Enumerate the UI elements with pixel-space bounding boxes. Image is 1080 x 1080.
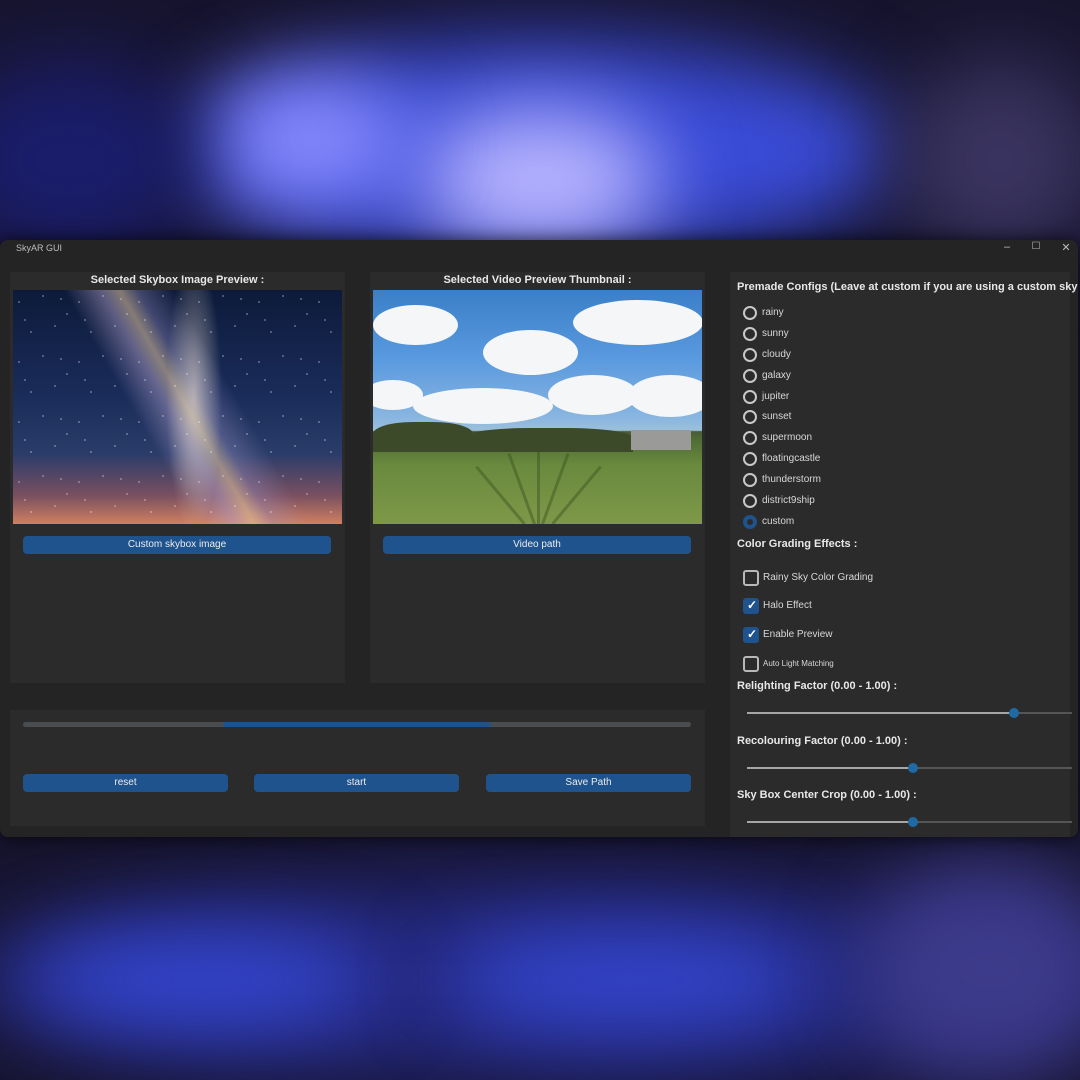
slider-handle[interactable]	[1008, 708, 1019, 718]
radio-circle-icon	[743, 390, 757, 404]
start-button[interactable]: start	[254, 774, 459, 792]
radio-label: district9ship	[762, 495, 815, 506]
title-bar: SkyAR GUI – ☐ ✕	[0, 240, 1078, 256]
recolouring-factor-label: Recolouring Factor (0.00 - 1.00) :	[737, 735, 908, 747]
radio-circle-icon	[743, 369, 757, 383]
recolouring-factor-slider[interactable]	[747, 763, 1072, 773]
skybox-preview-image	[13, 290, 342, 524]
slider-handle[interactable]	[907, 817, 918, 827]
radio-selected-icon	[743, 515, 757, 529]
checkbox-label: Rainy Sky Color Grading	[763, 572, 874, 583]
relighting-factor-slider[interactable]	[747, 708, 1072, 718]
checkbox-label: Halo Effect	[763, 600, 812, 611]
checkbox-label: Auto Light Matching	[763, 659, 834, 668]
skyar-window: SkyAR GUI – ☐ ✕ Selected Skybox Image Pr…	[0, 240, 1078, 837]
video-preview-panel: Selected Video Preview Thumbnail : Video…	[370, 272, 705, 683]
checkbox-checked-icon: ✓	[743, 627, 759, 643]
radio-label: floatingcastle	[762, 453, 821, 464]
checkbox-label: Enable Preview	[763, 629, 833, 640]
progress-fill	[223, 722, 491, 727]
close-icon[interactable]: ✕	[1059, 241, 1073, 254]
slider-handle[interactable]	[907, 763, 918, 773]
radio-circle-icon	[743, 452, 757, 466]
radio-circle-icon	[743, 494, 757, 508]
radio-label: supermoon	[762, 432, 813, 443]
minimize-icon[interactable]: –	[1000, 241, 1014, 253]
radio-label: cloudy	[762, 349, 791, 360]
progress-bar	[23, 722, 691, 727]
checkbox-empty-icon	[743, 570, 759, 586]
color-grading-title: Color Grading Effects :	[737, 538, 858, 550]
radio-circle-icon	[743, 327, 757, 341]
skybox-preview-panel: Selected Skybox Image Preview : Custom s…	[10, 272, 345, 683]
radio-circle-icon	[743, 431, 757, 445]
relighting-factor-label: Relighting Factor (0.00 - 1.00) :	[737, 680, 898, 692]
radio-label: sunny	[762, 328, 789, 339]
save-path-button[interactable]: Save Path	[486, 774, 691, 792]
window-title: SkyAR GUI	[16, 243, 63, 253]
custom-skybox-button[interactable]: Custom skybox image	[23, 536, 331, 554]
video-preview-thumbnail	[373, 290, 702, 524]
radio-label: sunset	[762, 411, 792, 422]
radio-label: jupiter	[762, 391, 790, 402]
radio-label: thunderstorm	[762, 474, 821, 485]
radio-circle-icon	[743, 306, 757, 320]
checkbox-checked-icon: ✓	[743, 598, 759, 614]
video-path-button[interactable]: Video path	[383, 536, 691, 554]
skybox-preview-title: Selected Skybox Image Preview :	[90, 274, 265, 286]
radio-circle-icon	[743, 348, 757, 362]
skybox-center-crop-slider[interactable]	[747, 817, 1072, 827]
controls-panel: reset start Save Path	[10, 710, 705, 826]
skybox-center-crop-label: Sky Box Center Crop (0.00 - 1.00) :	[737, 789, 917, 801]
radio-circle-icon	[743, 473, 757, 487]
checkbox-empty-icon	[743, 656, 759, 672]
premade-configs-title: Premade Configs (Leave at custom if you …	[737, 281, 1078, 293]
reset-button[interactable]: reset	[23, 774, 228, 792]
maximize-icon[interactable]: ☐	[1029, 241, 1043, 252]
radio-label: galaxy	[762, 370, 791, 381]
radio-circle-icon	[743, 410, 757, 424]
radio-label: custom	[762, 516, 795, 527]
radio-label: rainy	[762, 307, 784, 318]
video-preview-title: Selected Video Preview Thumbnail :	[443, 274, 632, 286]
settings-panel: Premade Configs (Leave at custom if you …	[730, 272, 1078, 837]
